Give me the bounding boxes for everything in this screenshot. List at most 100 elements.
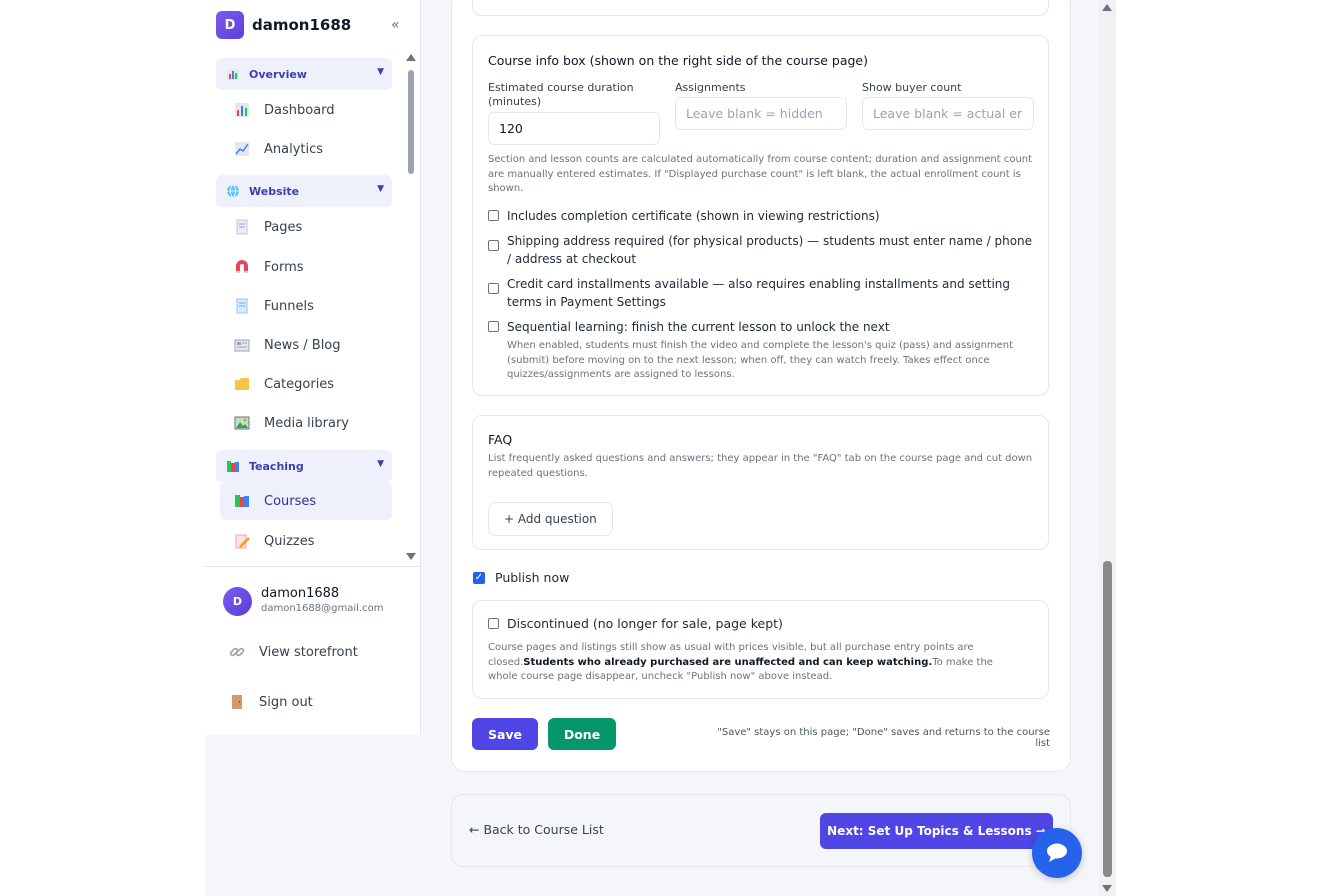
books-icon (235, 495, 249, 507)
discontinued-checkbox[interactable] (488, 618, 499, 629)
trend-chart-icon (235, 142, 249, 156)
sidebar: D damon1688 « Overview ▼ Dashboard Analy… (205, 0, 421, 735)
scroll-down-icon[interactable] (1102, 885, 1112, 892)
previous-section (472, 0, 1049, 16)
sidebar-item-label: Analytics (264, 141, 324, 157)
brand[interactable]: D damon1688 (216, 11, 351, 39)
link-icon (229, 647, 245, 657)
bar-chart-icon (235, 103, 249, 117)
buyer-count-input[interactable] (862, 97, 1034, 130)
discontinued-label: Discontinued (no longer for sale, page k… (507, 616, 783, 631)
sidebar-item-label: Quizzes (264, 533, 315, 549)
user-name: damon1688 (261, 586, 340, 601)
scrollbar-thumb[interactable] (408, 70, 414, 174)
sidebar-item-label: Forms (264, 259, 304, 275)
sidebar-item-label: News / Blog (264, 337, 341, 353)
sidebar-scrollbar[interactable] (405, 54, 417, 560)
discontinued-help-bold: Students who already purchased are unaff… (523, 656, 933, 668)
nav-group-label: Teaching (249, 459, 304, 473)
add-question-button[interactable]: + Add question (488, 502, 613, 536)
funnel-icon (236, 298, 248, 314)
faq-section: FAQ List frequently asked questions and … (472, 415, 1049, 550)
scroll-down-icon[interactable] (406, 553, 416, 560)
brand-logo: D (216, 11, 244, 39)
door-icon (232, 695, 242, 709)
view-storefront-link[interactable]: View storefront (229, 644, 358, 660)
course-info-help: Section and lesson counts are calculated… (488, 154, 1033, 194)
sidebar-item-quizzes[interactable]: Quizzes (220, 522, 392, 560)
scroll-up-icon[interactable] (1102, 4, 1112, 11)
publish-now-option[interactable]: ✓ Publish now (473, 570, 569, 585)
sidebar-item-label: Courses (264, 493, 317, 509)
chevron-down-icon: ▼ (377, 459, 384, 469)
nav-group-label: Website (249, 184, 300, 198)
folder-icon (235, 378, 249, 390)
globe-icon (227, 184, 239, 198)
sidebar-item-label: Pages (264, 219, 303, 235)
wizard-navigation: ← Back to Course List Next: Set Up Topic… (451, 794, 1071, 867)
sidebar-item-analytics[interactable]: Analytics (220, 130, 392, 168)
pencil-icon (235, 534, 250, 549)
scroll-up-icon[interactable] (406, 54, 416, 61)
books-icon (227, 461, 239, 472)
sidebar-item-label: Dashboard (264, 102, 335, 118)
bar-chart-icon (227, 69, 239, 80)
discontinued-option[interactable]: Discontinued (no longer for sale, page k… (488, 615, 1036, 633)
section-title: Course info box (shown on the right side… (488, 53, 868, 68)
page-scrollbar[interactable] (1099, 0, 1116, 896)
sidebar-bottom-background (205, 735, 421, 896)
assignments-input[interactable] (675, 97, 847, 130)
done-button[interactable]: Done (548, 718, 616, 750)
page-icon (236, 219, 248, 235)
sidebar-item-dashboard[interactable]: Dashboard (220, 91, 392, 129)
back-to-course-list-link[interactable]: ← Back to Course List (469, 822, 604, 837)
option-label: Credit card installments available — als… (507, 277, 1011, 309)
save-hint: "Save" stays on this page; "Done" saves … (717, 727, 1050, 749)
buyer-count-label: Show buyer count (862, 81, 962, 94)
installments-checkbox[interactable] (488, 283, 499, 294)
option-label: Includes completion certificate (shown i… (507, 209, 880, 223)
sidebar-item-news-blog[interactable]: News / Blog (220, 326, 392, 364)
sidebar-nav: Overview ▼ Dashboard Analytics Website ▼… (216, 56, 398, 564)
certificate-checkbox[interactable] (488, 210, 499, 221)
sidebar-item-categories[interactable]: Categories (220, 365, 392, 403)
shipping-checkbox[interactable] (488, 240, 499, 251)
duration-label: Estimated course duration (minutes) (488, 81, 634, 108)
nav-group-teaching[interactable]: Teaching ▼ (216, 450, 392, 482)
sequential-option[interactable]: Sequential learning: finish the current … (488, 318, 1036, 336)
save-button[interactable]: Save (472, 718, 538, 750)
publish-now-label: Publish now (495, 570, 570, 585)
sidebar-item-pages[interactable]: Pages (220, 208, 392, 246)
sidebar-item-label: Funnels (264, 298, 314, 314)
sidebar-item-label: Media library (264, 415, 350, 431)
nav-group-label: Overview (249, 67, 307, 81)
sidebar-footer: D damon1688 damon1688@gmail.com View sto… (205, 566, 421, 735)
sequential-help: When enabled, students must finish the v… (507, 340, 1014, 380)
newspaper-icon (234, 339, 250, 352)
sidebar-item-media-library[interactable]: Media library (220, 404, 392, 442)
footer-link-label: View storefront (259, 644, 358, 660)
duration-input[interactable] (488, 112, 660, 145)
user-email: damon1688@gmail.com (261, 603, 384, 614)
sidebar-item-courses[interactable]: Courses (220, 482, 392, 520)
certificate-option[interactable]: Includes completion certificate (shown i… (488, 207, 1036, 225)
installments-option[interactable]: Credit card installments available — als… (488, 275, 1036, 311)
image-icon (234, 416, 250, 430)
shipping-option[interactable]: Shipping address required (for physical … (488, 232, 1036, 268)
sign-out-link[interactable]: Sign out (229, 694, 313, 710)
chevron-down-icon: ▼ (377, 67, 384, 77)
chat-button[interactable] (1032, 828, 1082, 878)
sidebar-item-funnels[interactable]: Funnels (220, 287, 392, 325)
sequential-checkbox[interactable] (488, 321, 499, 332)
next-step-button[interactable]: Next: Set Up Topics & Lessons → (820, 813, 1053, 849)
avatar[interactable]: D (223, 587, 252, 616)
nav-group-website[interactable]: Website ▼ (216, 175, 392, 207)
collapse-sidebar-button[interactable]: « (391, 17, 400, 33)
scrollbar-thumb[interactable] (1103, 561, 1112, 877)
magnet-icon (236, 260, 248, 273)
faq-title: FAQ (488, 432, 513, 447)
chevron-down-icon: ▼ (377, 184, 384, 194)
nav-group-overview[interactable]: Overview ▼ (216, 58, 392, 90)
sidebar-item-forms[interactable]: Forms (220, 248, 392, 286)
publish-now-checkbox[interactable]: ✓ (473, 571, 485, 584)
